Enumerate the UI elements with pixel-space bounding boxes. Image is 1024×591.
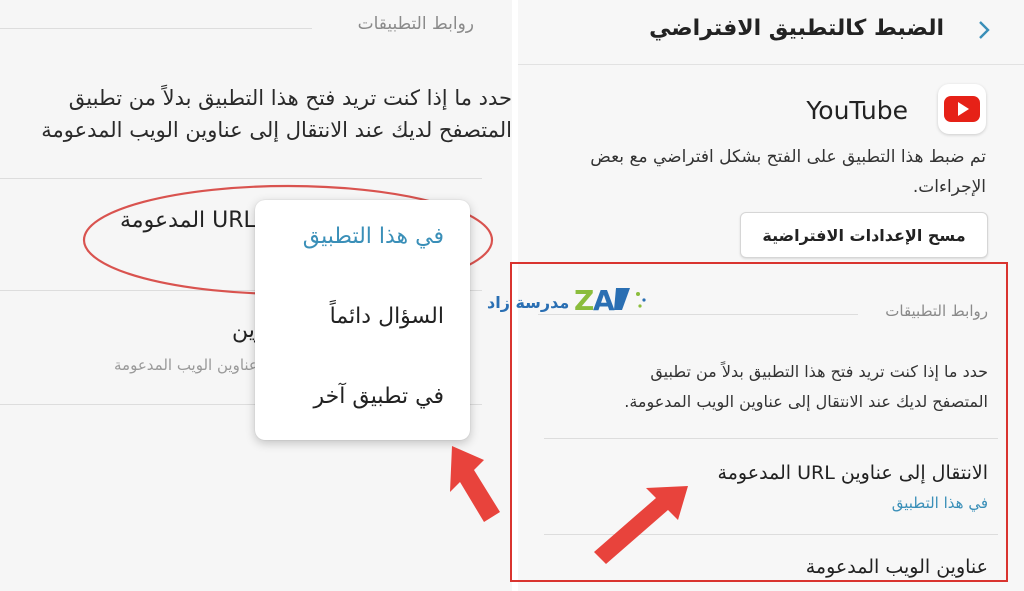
option-in-this-app[interactable]: في هذا التطبيق (303, 224, 444, 249)
app-links-description-line-2: المتصفح لديك عند الانتقال إلى عناوين الو… (41, 118, 512, 142)
header-bar: الضبط كالتطبيق الافتراضي (518, 0, 1024, 65)
app-default-description: تم ضبط هذا التطبيق على الفتح بشكل افتراض… (590, 147, 986, 197)
annotation-arrow-icon (450, 446, 500, 522)
youtube-app-icon (938, 84, 986, 134)
annotation-arrow-icon (594, 486, 688, 564)
svg-text:Z: Z (574, 284, 594, 317)
watermark-logo: مدرسة زاد Z A (482, 280, 652, 320)
svg-text:مدرسة زاد: مدرسة زاد (487, 293, 569, 312)
open-supported-links-dropdown: في هذا التطبيق السؤال دائماً في تطبيق آخ… (255, 200, 470, 440)
app-links-description-line-1: حدد ما إذا كنت تريد فتح هذا التطبيق بدلا… (68, 86, 512, 110)
section-label-app-links: روابط التطبيقات (357, 14, 474, 34)
page-title: الضبط كالتطبيق الافتراضي (649, 16, 944, 41)
option-always-ask[interactable]: السؤال دائماً (330, 304, 444, 329)
supported-web-addresses-subtitle: عناوين الويب المدعومة (114, 356, 258, 374)
chevron-right-back-icon[interactable] (972, 18, 996, 42)
option-in-another-app[interactable]: في تطبيق آخر (314, 384, 445, 409)
svg-text:A: A (593, 284, 615, 317)
app-name: YouTube (806, 96, 908, 125)
section-divider (0, 28, 312, 29)
clear-defaults-button[interactable]: مسح الإعدادات الافتراضية (740, 212, 988, 258)
